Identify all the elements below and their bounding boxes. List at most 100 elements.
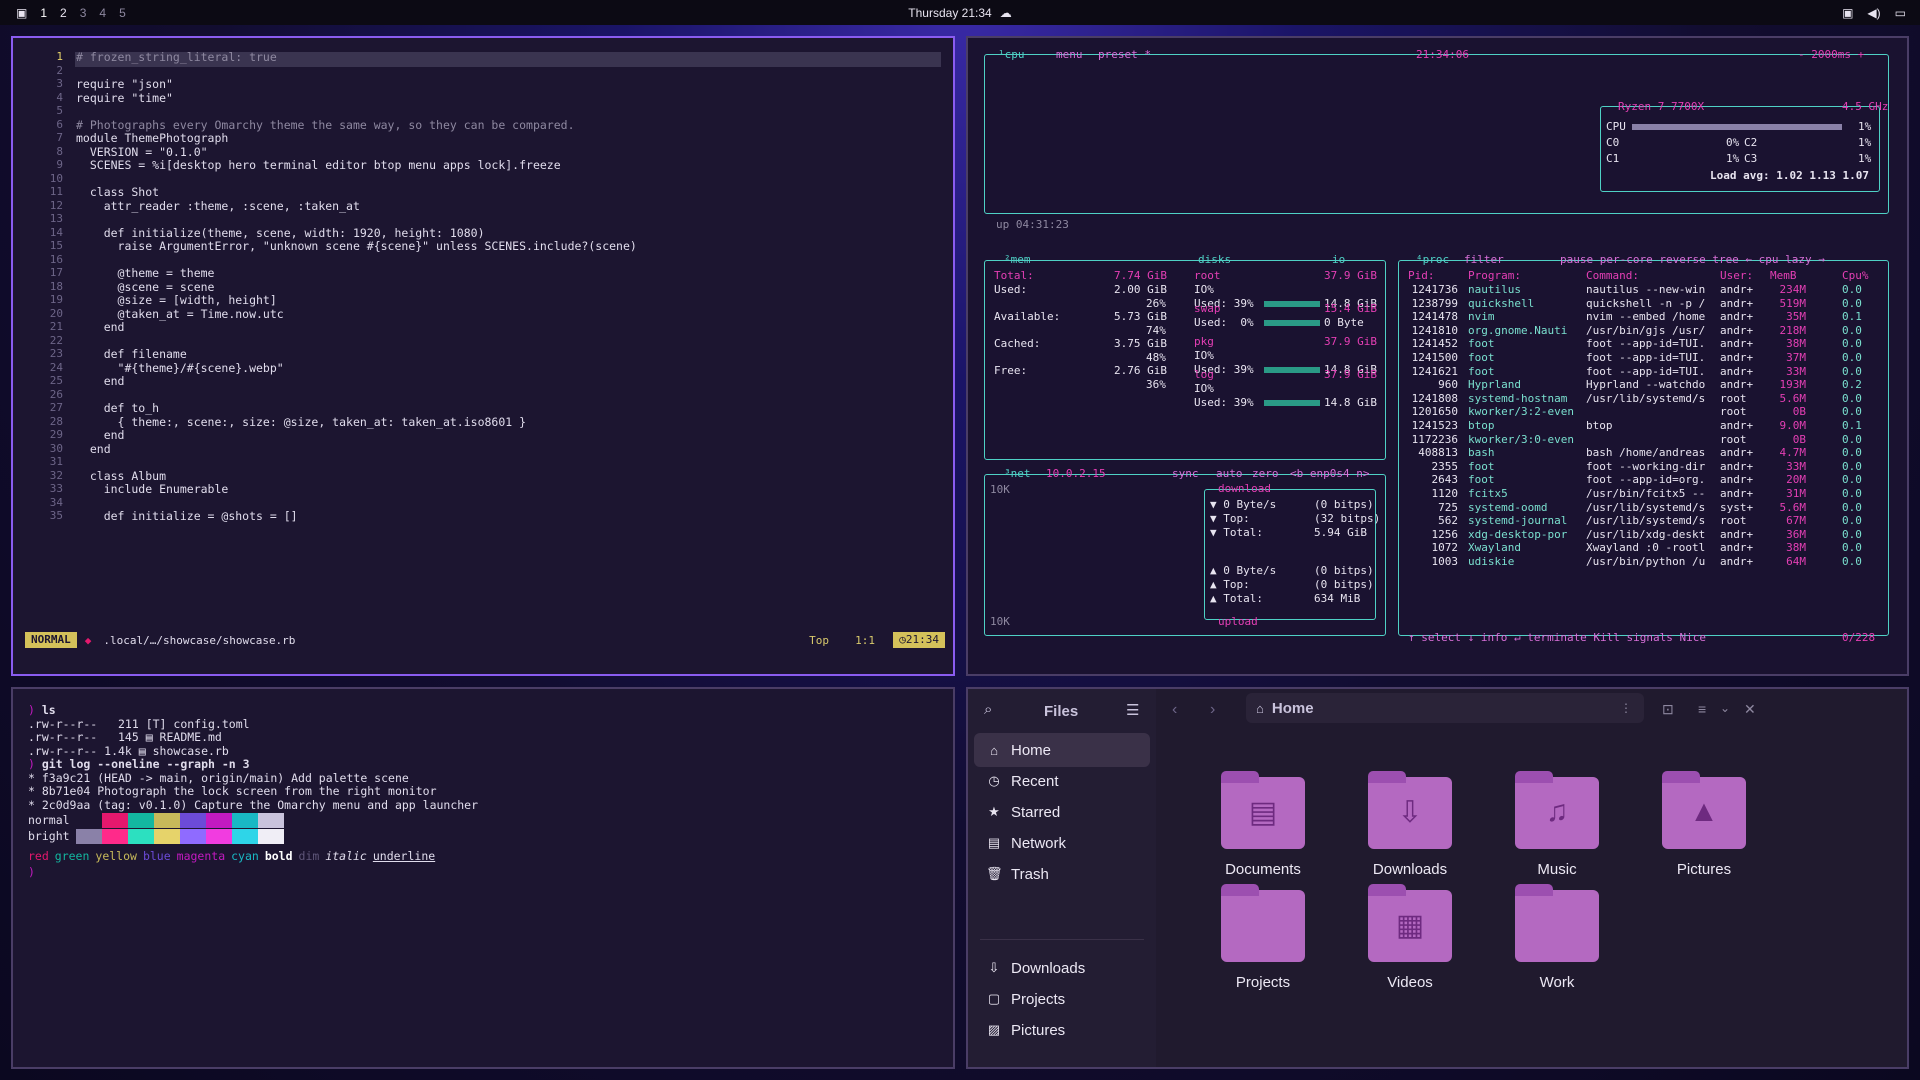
proc-cell: 1241478 [1411,310,1458,324]
proc-cell: andr+ [1720,337,1754,351]
style-sample-underline: underline [372,849,436,863]
proc-cell: andr+ [1720,378,1754,392]
sidebar-item-label: Pictures [1011,1021,1066,1039]
folder-projects[interactable]: Projects [1188,884,1338,991]
col-cpu[interactable]: Cpu% [1842,269,1869,282]
proc-cell: 0.1 [1842,419,1862,432]
line-number: 15 [49,239,63,252]
folder-documents[interactable]: ▤ Documents [1188,771,1338,878]
screen-icon[interactable]: ▣ [1842,6,1853,20]
col-user[interactable]: User: [1720,269,1753,282]
disks-io-toggle[interactable]: io [1332,253,1345,266]
net-title[interactable]: ³net [1004,467,1031,480]
palette-swatch [102,829,129,844]
image-icon: ▨ [987,1022,1001,1037]
net-up-value: (0 bitps) [1314,578,1374,591]
folder-music[interactable]: ♫ Music [1482,771,1632,878]
prompt[interactable]: ) [28,865,35,879]
code-line: require "time" [76,90,173,105]
forward-button-icon[interactable]: › [1210,701,1215,719]
folder-downloads[interactable]: ⇩ Downloads [1335,771,1485,878]
view-snapshot-icon[interactable]: ⊡ [1662,701,1674,718]
code-line: def to_h [76,401,160,415]
workspace-3[interactable]: 3 [80,6,87,20]
sidebar-item-home[interactable]: ⌂ Home [974,733,1150,767]
list-view-icon[interactable]: ≡ [1698,701,1706,717]
col-pid[interactable]: Pid: [1408,269,1435,282]
net-zero-toggle[interactable]: zero [1252,467,1279,480]
sidebar-bookmark-pictures[interactable]: ▨ Pictures [974,1013,1150,1047]
workspace-4[interactable]: 4 [99,6,106,20]
palette-bright-row: bright [28,829,285,844]
clock[interactable]: Thursday 21:34 ☁ [908,6,1011,20]
view-options-icon[interactable]: ⌄ [1720,701,1730,715]
net-up-key: ▲ 0 Byte/s [1210,564,1277,577]
proc-cell: andr+ [1720,296,1754,310]
workspace-1[interactable]: 1 [40,6,47,20]
refresh-rate[interactable]: - 2000ms + [1798,48,1864,61]
sidebar-item-recent[interactable]: ◷ Recent [974,764,1150,798]
folder-label: Projects [1235,974,1291,991]
proc-footer[interactable]: ↑ select ↓ info ↵ terminate Kill signals… [1408,631,1706,644]
proc-cell: 0.0 [1842,555,1862,568]
proc-cell: 408813 [1418,446,1458,460]
proc-options[interactable]: pause per-core reverse tree ← cpu lazy → [1560,253,1825,266]
grid-icon[interactable]: ▣ [16,6,27,20]
sidebar-item-starred[interactable]: ★ Starred [974,795,1150,829]
proc-cell: 519M [1779,296,1807,310]
net-auto-toggle[interactable]: auto [1216,467,1243,480]
workspace-5[interactable]: 5 [119,6,126,20]
search-icon[interactable]: ⌕ [984,701,992,718]
col-command[interactable]: Command: [1586,269,1639,282]
sidebar-bookmark-downloads[interactable]: ⇩ Downloads [974,951,1150,985]
net-sync-toggle[interactable]: sync [1172,467,1199,480]
code-line: end [76,374,125,388]
folder-work[interactable]: Work [1482,884,1632,991]
download-icon: ⇩ [988,960,1000,975]
code-line: end [76,320,125,334]
folder-icon: ▲ [1662,771,1746,849]
proc-cell: 37M [1786,351,1806,364]
monitor-icon[interactable]: ▭ [1895,6,1906,20]
terminal-window[interactable]: ) ls .rw-r--r-- 211 [T] config.toml .rw-r-… [11,687,955,1069]
sidebar-item-network[interactable]: ▤ Network [974,826,1150,860]
sidebar-item-label: Network [1011,834,1067,852]
workspace-2[interactable]: 2 [60,6,67,20]
proc-filter[interactable]: filter [1464,253,1504,266]
sidebar-bookmark-projects[interactable]: ▢ Projects [974,982,1150,1016]
net-scale-bottom: 10K [990,615,1010,628]
bright-label: bright [28,829,70,843]
btop-window[interactable]: ¹cpu menu preset * 21:34:06 - 2000ms + u… [966,36,1909,676]
location-menu-icon[interactable]: ⋮ [1620,701,1632,715]
disks-title[interactable]: disks [1198,253,1231,266]
col-program[interactable]: Program: [1468,269,1521,282]
neovim-window[interactable]: 1 # frozen_string_literal: true 2 3 require … [11,36,955,676]
close-icon[interactable]: ✕ [1744,701,1756,718]
proc-cell: 0.0 [1842,446,1862,460]
proc-title[interactable]: ⁴proc [1416,253,1449,266]
volume-icon[interactable]: ◀) [1867,6,1880,20]
terminal-line: .rw-r--r-- 211 [T] config.toml [28,717,250,731]
location-bar[interactable]: ⌂ Home ⋮ [1246,693,1644,723]
terminal-text: .rw-r--r-- 1.4k ▤ showcase.rb [28,743,229,758]
back-button-icon[interactable]: ‹ [1172,701,1177,719]
cpu-preset-button[interactable]: preset * [1098,48,1151,61]
folder-icon [1515,884,1599,962]
files-window[interactable]: ⌕ Files ☰ ⌂ Home ◷ Recent ★ Starred ▤ Network 🗑 T… [966,687,1909,1069]
proc-cell: 31M [1786,487,1806,500]
hamburger-menu-icon[interactable]: ☰ [1126,701,1139,719]
folder-pictures[interactable]: ▲ Pictures [1629,771,1779,878]
proc-cell: root [1720,391,1747,405]
col-mem[interactable]: MemB [1770,269,1797,282]
disk-name: log [1194,368,1214,381]
mem-title[interactable]: ²mem [1004,253,1031,266]
cpu-title[interactable]: ¹cpu [998,48,1025,61]
proc-cell: andr+ [1720,487,1754,500]
proc-cell: 1201650 [1411,405,1458,419]
folder-label: Music [1537,861,1577,878]
sidebar-item-trash[interactable]: 🗑 Trash [974,857,1150,891]
folder-videos[interactable]: ▦ Videos [1335,884,1485,991]
terminal-line: * f3a9c21 (HEAD -> main, origin/main) Ad… [28,771,409,785]
net-interface-selector[interactable]: <b enp0s4 n> [1290,467,1369,480]
cpu-menu-button[interactable]: menu [1056,48,1083,61]
